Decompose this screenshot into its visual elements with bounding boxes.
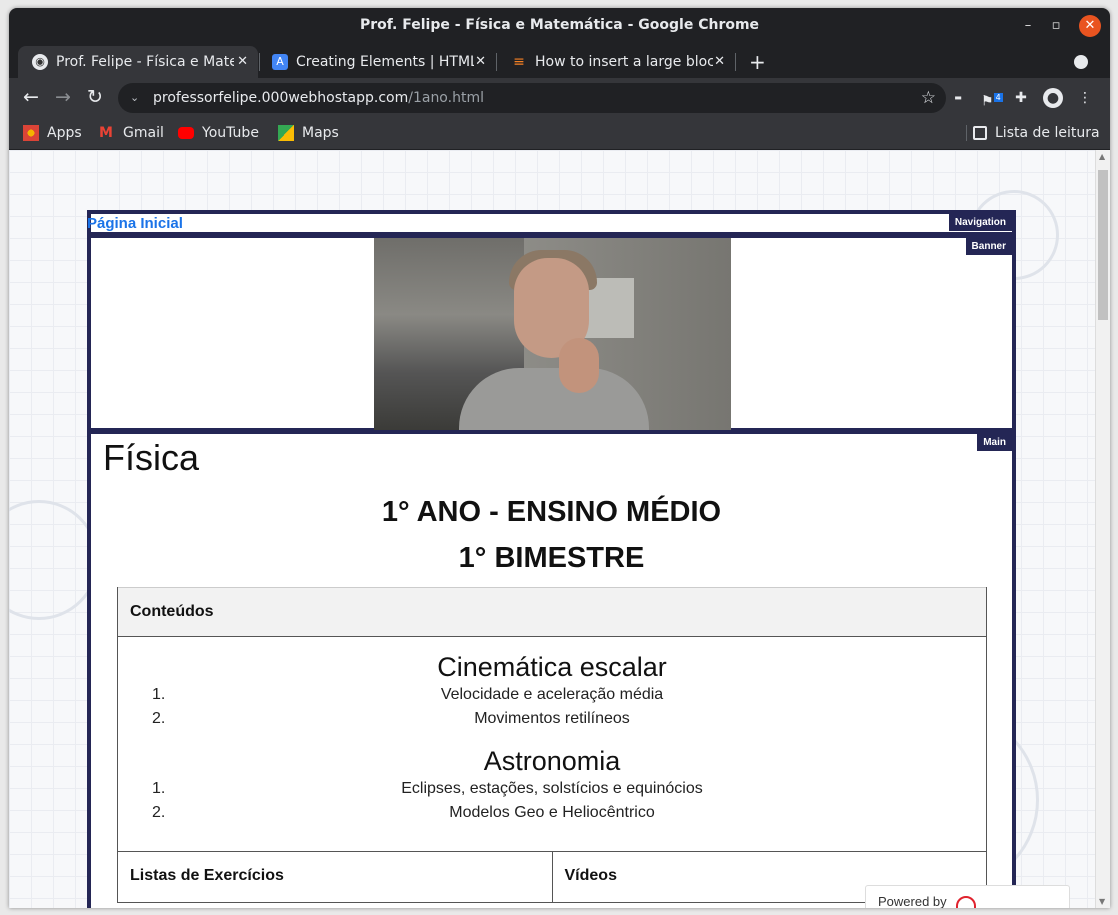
grade-heading: 1° ANO - ENSINO MÉDIO [381, 496, 722, 528]
scroll-up-icon[interactable]: ▲ [1099, 152, 1105, 161]
section-title: Astronomia [483, 746, 621, 776]
bookmark-gmail[interactable]: M Gmail [99, 125, 164, 141]
apps-grid-icon [23, 125, 39, 141]
tab-how-to-insert[interactable]: ≡ How to insert a large block ✕ [497, 46, 735, 78]
navigation-label: Navigation [948, 214, 1012, 231]
forward-button[interactable]: → [55, 86, 71, 108]
tab-label: How to insert a large block [535, 54, 713, 70]
address-host: professorfelipe.000webhostapp.com [153, 90, 409, 106]
bookmarks-bar: Apps M Gmail YouTube Maps Lista de leitu… [9, 118, 1110, 150]
tab-creating-elements[interactable]: A Creating Elements | HTML ✕ [258, 46, 496, 78]
main-label: Main [977, 434, 1012, 451]
close-tab-icon[interactable]: ✕ [475, 54, 486, 69]
close-tab-icon[interactable]: ✕ [714, 54, 725, 69]
list-item: 1. Velocidade e aceleração média [152, 686, 664, 703]
chevron-down-icon: ⌄ [130, 91, 140, 104]
extension-new-icon[interactable]: ▬ [948, 88, 968, 108]
list-item: 1. Eclipses, estações, solstícios e equin… [152, 780, 703, 797]
topic-list: 1. Eclipses, estações, solstícios e equin… [118, 777, 986, 825]
bimester-heading: 1° BIMESTRE [458, 542, 645, 574]
topic-list: 1. Velocidade e aceleração média 2. Movime… [118, 683, 986, 731]
list-item: 2. Modelos Geo e Heliocêntrico [152, 804, 655, 821]
tab-label: Creating Elements | HTML [296, 54, 474, 70]
tab-search-icon[interactable] [1074, 55, 1088, 69]
tab-label: Prof. Felipe - Física e Matemática [56, 54, 234, 70]
a-frame-icon: A [272, 54, 288, 70]
banner-photo [374, 238, 731, 430]
page-viewport: Página Inicial Navigation Banner Main Fí… [9, 150, 1095, 908]
bookmark-star-icon[interactable]: ☆ [921, 83, 936, 113]
browser-window: Prof. Felipe - Física e Matemática - Goo… [9, 8, 1110, 908]
maps-icon [278, 125, 294, 141]
exercises-header: Listas de Exercícios [130, 867, 284, 884]
page-title: Física [103, 437, 200, 478]
title-bar: Prof. Felipe - Física e Matemática - Goo… [9, 8, 1110, 44]
gmail-icon: M [99, 125, 113, 141]
maximize-button[interactable]: ▫ [1045, 15, 1067, 37]
address-path: /1ano.html [408, 90, 484, 106]
extension-flag-icon[interactable]: ⚑ 4 [981, 88, 1003, 110]
toolbar: ← → ↻ ⌄ professorfelipe.000webhostapp.co… [9, 78, 1110, 118]
contents-header: Conteúdos [118, 587, 986, 637]
reading-list-button[interactable]: Lista de leitura [966, 125, 1100, 141]
tab-strip: ◉ Prof. Felipe - Física e Matemática ✕ A… [9, 46, 1110, 78]
bookmark-youtube[interactable]: YouTube [178, 125, 259, 141]
address-bar[interactable]: ⌄ professorfelipe.000webhostapp.com/1ano… [118, 83, 946, 113]
back-button[interactable]: ← [23, 86, 39, 108]
new-tab-button[interactable]: + [749, 50, 766, 74]
bookmark-maps[interactable]: Maps [278, 125, 339, 141]
background-doodle [9, 500, 99, 620]
contents-body: Cinemática escalar 1. Velocidade e aceler… [118, 651, 986, 851]
navigation-section: Página Inicial Navigation [87, 214, 1012, 238]
close-window-button[interactable]: ✕ [1079, 15, 1101, 37]
resources-row: Listas de Exercícios Vídeos [118, 851, 986, 902]
000webhost-logo-icon [956, 895, 977, 908]
section-title: Cinemática escalar [437, 652, 667, 682]
window-title: Prof. Felipe - Física e Matemática - Goo… [359, 17, 760, 33]
reload-button[interactable]: ↻ [87, 86, 103, 108]
scrollbar[interactable]: ▲ ▼ [1095, 150, 1110, 908]
globe-icon: ◉ [32, 54, 48, 70]
list-item: 2. Movimentos retilíneos [152, 710, 630, 727]
stackoverflow-icon: ≡ [513, 54, 525, 70]
profile-avatar-icon[interactable]: ● [1043, 88, 1063, 108]
minimize-button[interactable]: – [1017, 15, 1039, 37]
extensions-puzzle-icon[interactable]: ✚ [1011, 88, 1031, 108]
scroll-down-icon[interactable]: ▼ [1099, 897, 1105, 906]
tab-prof-felipe[interactable]: ◉ Prof. Felipe - Física e Matemática ✕ [18, 46, 258, 78]
powered-label: Powered by [878, 894, 947, 908]
banner-section: Banner [91, 238, 1012, 434]
menu-kebab-icon[interactable]: ⋮ [1075, 88, 1095, 108]
scrollbar-thumb[interactable] [1098, 170, 1108, 320]
contents-table: Conteúdos Cinemática escalar 1. Velocidad… [117, 587, 987, 903]
youtube-icon [178, 127, 194, 139]
main-section: Main Física 1° ANO - ENSINO MÉDIO 1° BIM… [91, 434, 1012, 908]
reading-list-icon [973, 126, 987, 140]
powered-by-badge[interactable]: Powered by 000webhost [865, 885, 1070, 908]
home-link[interactable]: Página Inicial [87, 215, 183, 232]
banner-label: Banner [965, 238, 1012, 255]
site-container: Página Inicial Navigation Banner Main Fí… [87, 210, 1016, 908]
close-tab-icon[interactable]: ✕ [237, 54, 248, 69]
bookmark-apps[interactable]: Apps [23, 125, 82, 141]
